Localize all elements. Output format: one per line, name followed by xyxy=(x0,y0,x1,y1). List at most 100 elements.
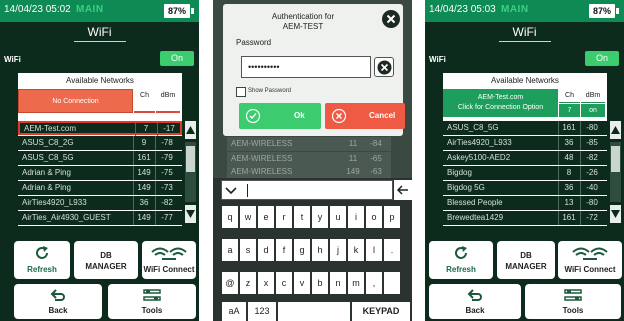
network-row[interactable]: AirTies4920_L933 36 -85 xyxy=(443,136,607,150)
network-dbm: -85 xyxy=(586,138,598,147)
scroll-down-button[interactable] xyxy=(185,205,196,223)
shift-key[interactable]: aA xyxy=(222,302,246,321)
back-arrow-icon xyxy=(50,289,65,301)
network-row[interactable]: AirTies_Air4930_GUEST 149 -77 xyxy=(18,211,182,225)
key-comma[interactable]: , xyxy=(366,272,382,294)
show-password-checkbox[interactable] xyxy=(236,87,246,97)
network-row[interactable]: Askey5100-AED2 48 -82 xyxy=(443,151,607,165)
arrow-down-icon xyxy=(611,210,620,218)
password-input[interactable]: •••••••••• xyxy=(241,56,371,78)
connection-status-header[interactable]: No Connection xyxy=(18,89,133,113)
key-p[interactable]: p xyxy=(384,206,400,228)
key-s[interactable]: s xyxy=(240,239,256,261)
close-icon xyxy=(386,14,396,24)
authentication-dialog: Authentication for AEM-TEST Password •••… xyxy=(223,4,405,136)
network-row[interactable]: AEM-Test.com 7 -17 xyxy=(18,121,182,137)
back-button[interactable]: Back xyxy=(429,284,521,319)
network-row[interactable]: Brewedtea1429 161 -72 xyxy=(443,211,607,225)
background-network-row: AEM-WIRELESS 11 -84 xyxy=(227,137,391,151)
network-name: AEM-Test.com xyxy=(24,124,77,133)
status-bar: 14/04/23 05:03 MAIN 87% xyxy=(425,0,624,22)
network-channel: 9 xyxy=(141,138,147,147)
key-y[interactable]: y xyxy=(312,206,328,228)
background-network-row: AEM-WIRELESS 149 -63 xyxy=(227,166,391,178)
wifi-toggle-button[interactable]: On xyxy=(160,51,194,66)
key-blank[interactable] xyxy=(384,272,400,294)
key-k[interactable]: k xyxy=(348,239,364,261)
db-manager-button[interactable]: DB MANAGER xyxy=(497,241,555,279)
title-underline xyxy=(499,41,551,42)
back-button[interactable]: Back xyxy=(14,284,102,319)
network-channel: 161 xyxy=(562,123,576,132)
scrollbar-thumb[interactable] xyxy=(186,146,195,172)
network-row[interactable]: Bigdog 8 -26 xyxy=(443,166,607,180)
network-row[interactable]: Adrian & Ping 149 -73 xyxy=(18,181,182,195)
network-row[interactable]: ASUS_C8_5G 161 -79 xyxy=(18,151,182,165)
network-row[interactable]: AirTies4920_L933 36 -82 xyxy=(18,196,182,210)
tools-button[interactable]: Tools xyxy=(525,284,621,319)
refresh-button[interactable]: Refresh xyxy=(14,241,70,279)
key-n[interactable]: n xyxy=(330,272,346,294)
key-o[interactable]: o xyxy=(366,206,382,228)
key-t[interactable]: t xyxy=(294,206,310,228)
key-c[interactable]: c xyxy=(276,272,292,294)
key-x[interactable]: x xyxy=(258,272,274,294)
back-arrow-icon xyxy=(467,289,482,301)
cancel-button[interactable]: Cancel xyxy=(325,103,405,129)
network-row[interactable]: Bigdog 5G 36 -40 xyxy=(443,181,607,195)
network-dbm: -84 xyxy=(370,139,382,148)
network-row[interactable]: Adrian & Ping 149 -75 xyxy=(18,166,182,180)
key-at[interactable]: @ xyxy=(222,272,238,294)
wifi-connect-button[interactable]: WiFi Connect xyxy=(142,241,196,279)
db-manager-button[interactable]: DB MANAGER xyxy=(74,241,138,279)
key-b[interactable]: b xyxy=(312,272,328,294)
key-g[interactable]: g xyxy=(294,239,310,261)
key-h[interactable]: h xyxy=(312,239,328,261)
space-key[interactable] xyxy=(278,302,350,321)
network-row[interactable]: ASUS_C8_2G 9 -78 xyxy=(18,136,182,150)
key-v[interactable]: v xyxy=(294,272,310,294)
connected-network-header[interactable]: AEM-Test.com Click for Connection Option xyxy=(443,89,558,117)
key-r[interactable]: r xyxy=(276,206,292,228)
keypad-key[interactable]: KEYPAD xyxy=(352,302,410,321)
key-u[interactable]: u xyxy=(330,206,346,228)
collapse-keyboard-button[interactable] xyxy=(221,180,241,200)
refresh-button[interactable]: Refresh xyxy=(429,241,493,279)
battery-cap xyxy=(191,8,194,14)
scroll-up-button[interactable] xyxy=(185,121,196,139)
key-i[interactable]: i xyxy=(348,206,364,228)
key-e[interactable]: e xyxy=(258,206,274,228)
dialog-title-line-2: AEM-TEST xyxy=(282,22,324,31)
scrollbar-track[interactable] xyxy=(610,142,621,202)
scroll-up-button[interactable] xyxy=(610,121,621,139)
key-w[interactable]: w xyxy=(240,206,256,228)
close-button[interactable] xyxy=(382,10,400,28)
network-name: Adrian & Ping xyxy=(22,168,71,177)
key-m[interactable]: m xyxy=(348,272,364,294)
clear-password-button[interactable] xyxy=(374,57,394,77)
network-name: AEM-WIRELESS xyxy=(231,139,293,148)
refresh-label: Refresh xyxy=(27,265,57,274)
key-j[interactable]: j xyxy=(330,239,346,261)
key-q[interactable]: q xyxy=(222,206,238,228)
numeric-key[interactable]: 123 xyxy=(248,302,276,321)
backspace-key[interactable] xyxy=(394,180,412,200)
key-period[interactable]: . xyxy=(384,239,400,261)
wifi-connect-button[interactable]: WiFi Connect xyxy=(558,241,622,279)
key-a[interactable]: a xyxy=(222,239,238,261)
networks-panel: Available Networks AEM-Test.com Click fo… xyxy=(443,73,607,226)
network-row[interactable]: ASUS_C8_5G 161 -80 xyxy=(443,121,607,135)
scroll-down-button[interactable] xyxy=(610,205,621,223)
scrollbar-thumb[interactable] xyxy=(611,146,620,172)
scrollbar-track[interactable] xyxy=(185,142,196,202)
keyboard-text-field[interactable] xyxy=(221,180,393,200)
network-name: AirTies4920_L933 xyxy=(22,198,87,207)
key-d[interactable]: d xyxy=(258,239,274,261)
key-f[interactable]: f xyxy=(276,239,292,261)
key-z[interactable]: z xyxy=(240,272,256,294)
ok-button[interactable]: Ok xyxy=(239,103,321,129)
wifi-toggle-button[interactable]: On xyxy=(585,51,619,66)
tools-button[interactable]: Tools xyxy=(108,284,196,319)
network-row[interactable]: Blessed People 13 -80 xyxy=(443,196,607,210)
key-l[interactable]: l xyxy=(366,239,382,261)
